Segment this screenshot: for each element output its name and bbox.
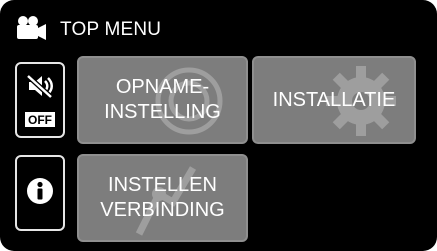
recording-settings-label-1: OPNAME- <box>115 76 210 98</box>
screen: TOP MENU OFF OPNAME- INSTELLING INSTALLA… <box>0 0 437 251</box>
off-badge: OFF <box>25 112 55 127</box>
connection-settings-button[interactable]: INSTELLEN VERBINDING <box>77 154 248 242</box>
installation-label: INSTALLATIE <box>272 88 396 111</box>
speaker-muted-icon <box>26 73 54 104</box>
title-bar: TOP MENU <box>14 14 161 46</box>
connection-settings-label-1: INSTELLEN <box>108 174 217 196</box>
installation-button[interactable]: INSTALLATIE <box>252 56 416 144</box>
recording-settings-label-2: INSTELLING <box>104 101 221 123</box>
mute-button[interactable]: OFF <box>15 62 65 138</box>
connection-settings-label-2: VERBINDING <box>100 199 225 221</box>
recording-settings-button[interactable]: OPNAME- INSTELLING <box>77 56 248 144</box>
info-icon <box>26 177 54 210</box>
info-button[interactable] <box>15 155 65 231</box>
camcorder-icon <box>14 15 48 46</box>
page-title: TOP MENU <box>60 19 162 40</box>
